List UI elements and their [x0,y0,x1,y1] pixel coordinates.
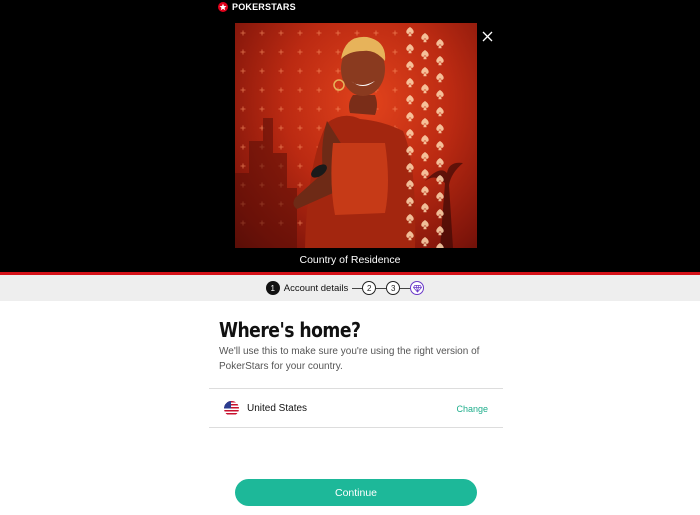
step-final-indicator [410,281,425,295]
page-title: Where's home? [219,318,361,342]
step-2-indicator: 2 [362,281,377,295]
brand-logo: POKERSTARS [218,1,296,13]
progress-stepper: 1 Account details 2 3 [0,275,700,301]
continue-button[interactable]: Continue [235,479,477,506]
step-connector [400,287,411,289]
page-description: We'll use this to make sure you're using… [219,346,480,372]
selected-country: United States [247,403,308,414]
step-connector [352,287,363,289]
change-country-link[interactable]: Change [456,404,488,414]
star-icon [218,2,228,12]
person-figure [293,36,416,248]
us-flag-icon [224,401,239,416]
step-3-indicator: 3 [386,281,401,295]
close-icon [482,31,493,42]
close-button[interactable] [479,28,497,46]
gem-icon [412,284,422,293]
step-1-indicator: 1 [265,281,280,295]
brand-name: POKERSTARS [232,2,296,12]
promo-image [235,23,477,248]
step-1-label: Account details [283,282,349,294]
promo-caption: Country of Residence [299,254,401,266]
hero-banner: POKERSTARS Country of Residence [0,0,700,275]
country-selector: United States Change [209,388,503,428]
step-connector [376,287,387,289]
